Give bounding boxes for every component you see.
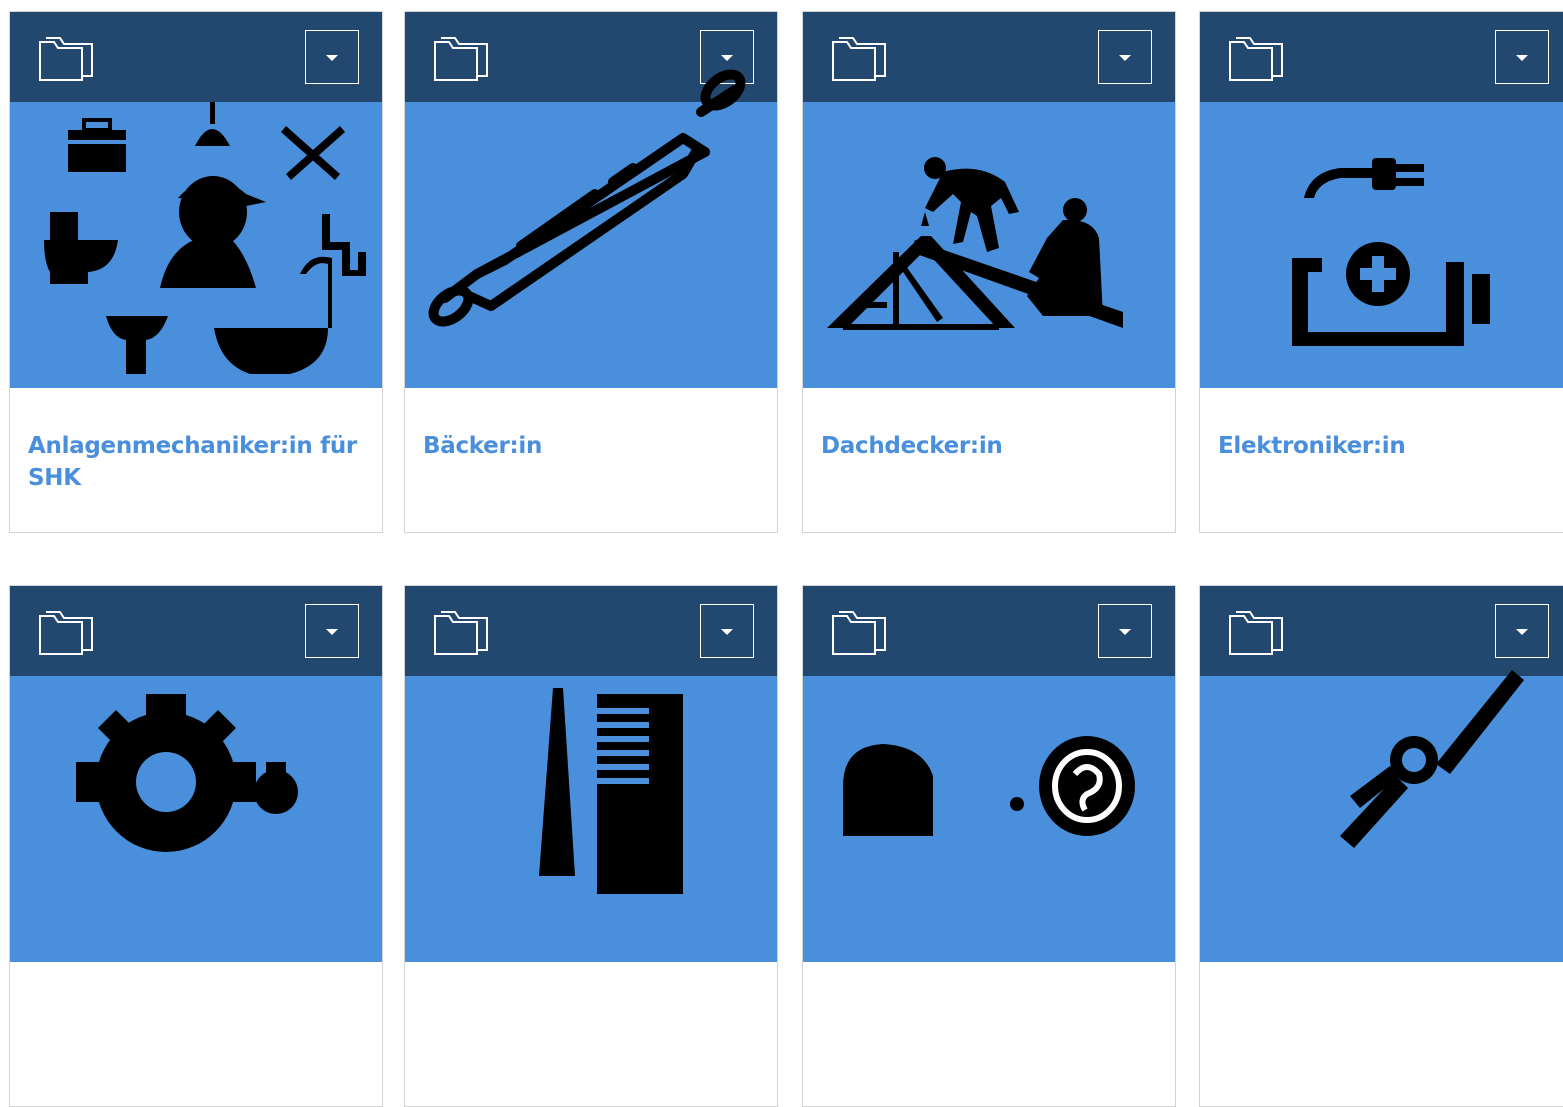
card-image[interactable] — [10, 676, 382, 962]
roofers-icon — [827, 157, 1123, 330]
dropdown-button[interactable] — [305, 604, 359, 658]
card-header — [1200, 586, 1563, 676]
folder-icon[interactable] — [1228, 610, 1284, 656]
plumber-tools-icon — [44, 102, 366, 374]
gears-icon — [76, 694, 298, 852]
dropdown-caret-icon — [721, 629, 733, 635]
card-elektroniker[interactable]: Elektroniker:in — [1199, 11, 1563, 533]
rolling-pin-icon — [428, 69, 746, 327]
card-gears[interactable] — [9, 585, 383, 1107]
card-pliers[interactable] — [1199, 585, 1563, 1107]
card-header — [1200, 12, 1563, 102]
card-dachdecker[interactable]: Dachdecker:in — [802, 11, 1176, 533]
dropdown-button[interactable] — [1098, 604, 1152, 658]
dropdown-button[interactable] — [1495, 30, 1549, 84]
card-image[interactable] — [1200, 670, 1563, 962]
card-title[interactable]: Anlagenmechaniker:in für SHK — [28, 430, 358, 494]
folder-icon[interactable] — [433, 610, 489, 656]
dropdown-caret-icon — [326, 629, 338, 635]
card-header — [803, 12, 1175, 102]
card-comb[interactable] — [404, 585, 778, 1107]
card-image[interactable] — [405, 69, 777, 388]
dropdown-button[interactable] — [1495, 604, 1549, 658]
dropdown-caret-icon — [1516, 629, 1528, 635]
card-image[interactable] — [10, 102, 382, 388]
dropdown-caret-icon — [1516, 55, 1528, 61]
card-header — [803, 586, 1175, 676]
folder-icon[interactable] — [831, 36, 887, 82]
card-baecker[interactable]: Bäcker:in — [404, 11, 778, 533]
hearing-aid-icon — [843, 736, 1135, 836]
folder-icon[interactable] — [38, 36, 94, 82]
card-header — [10, 12, 382, 102]
card-header — [405, 12, 777, 102]
card-image[interactable] — [405, 676, 777, 962]
card-title[interactable]: Dachdecker:in — [821, 430, 1151, 462]
folder-icon[interactable] — [38, 610, 94, 656]
dropdown-button[interactable] — [700, 604, 754, 658]
dropdown-button[interactable] — [1098, 30, 1152, 84]
dropdown-caret-icon — [721, 55, 733, 61]
folder-icon[interactable] — [433, 36, 489, 82]
dropdown-caret-icon — [1119, 55, 1131, 61]
dropdown-caret-icon — [1119, 629, 1131, 635]
card-anlagenmechaniker[interactable]: Anlagenmechaniker:in für SHK — [9, 11, 383, 533]
pliers-icon — [1340, 670, 1524, 848]
card-image[interactable] — [803, 102, 1175, 388]
card-image[interactable] — [803, 676, 1175, 962]
dropdown-caret-icon — [326, 55, 338, 61]
card-image[interactable] — [1200, 102, 1563, 388]
card-header — [405, 586, 777, 676]
card-header — [10, 586, 382, 676]
card-title[interactable]: Elektroniker:in — [1218, 430, 1548, 462]
card-title[interactable]: Bäcker:in — [423, 430, 753, 462]
comb-scissors-icon — [539, 688, 683, 894]
plug-battery-icon — [1292, 158, 1490, 346]
dropdown-button[interactable] — [305, 30, 359, 84]
card-hearing[interactable] — [802, 585, 1176, 1107]
folder-icon[interactable] — [831, 610, 887, 656]
folder-icon[interactable] — [1228, 36, 1284, 82]
